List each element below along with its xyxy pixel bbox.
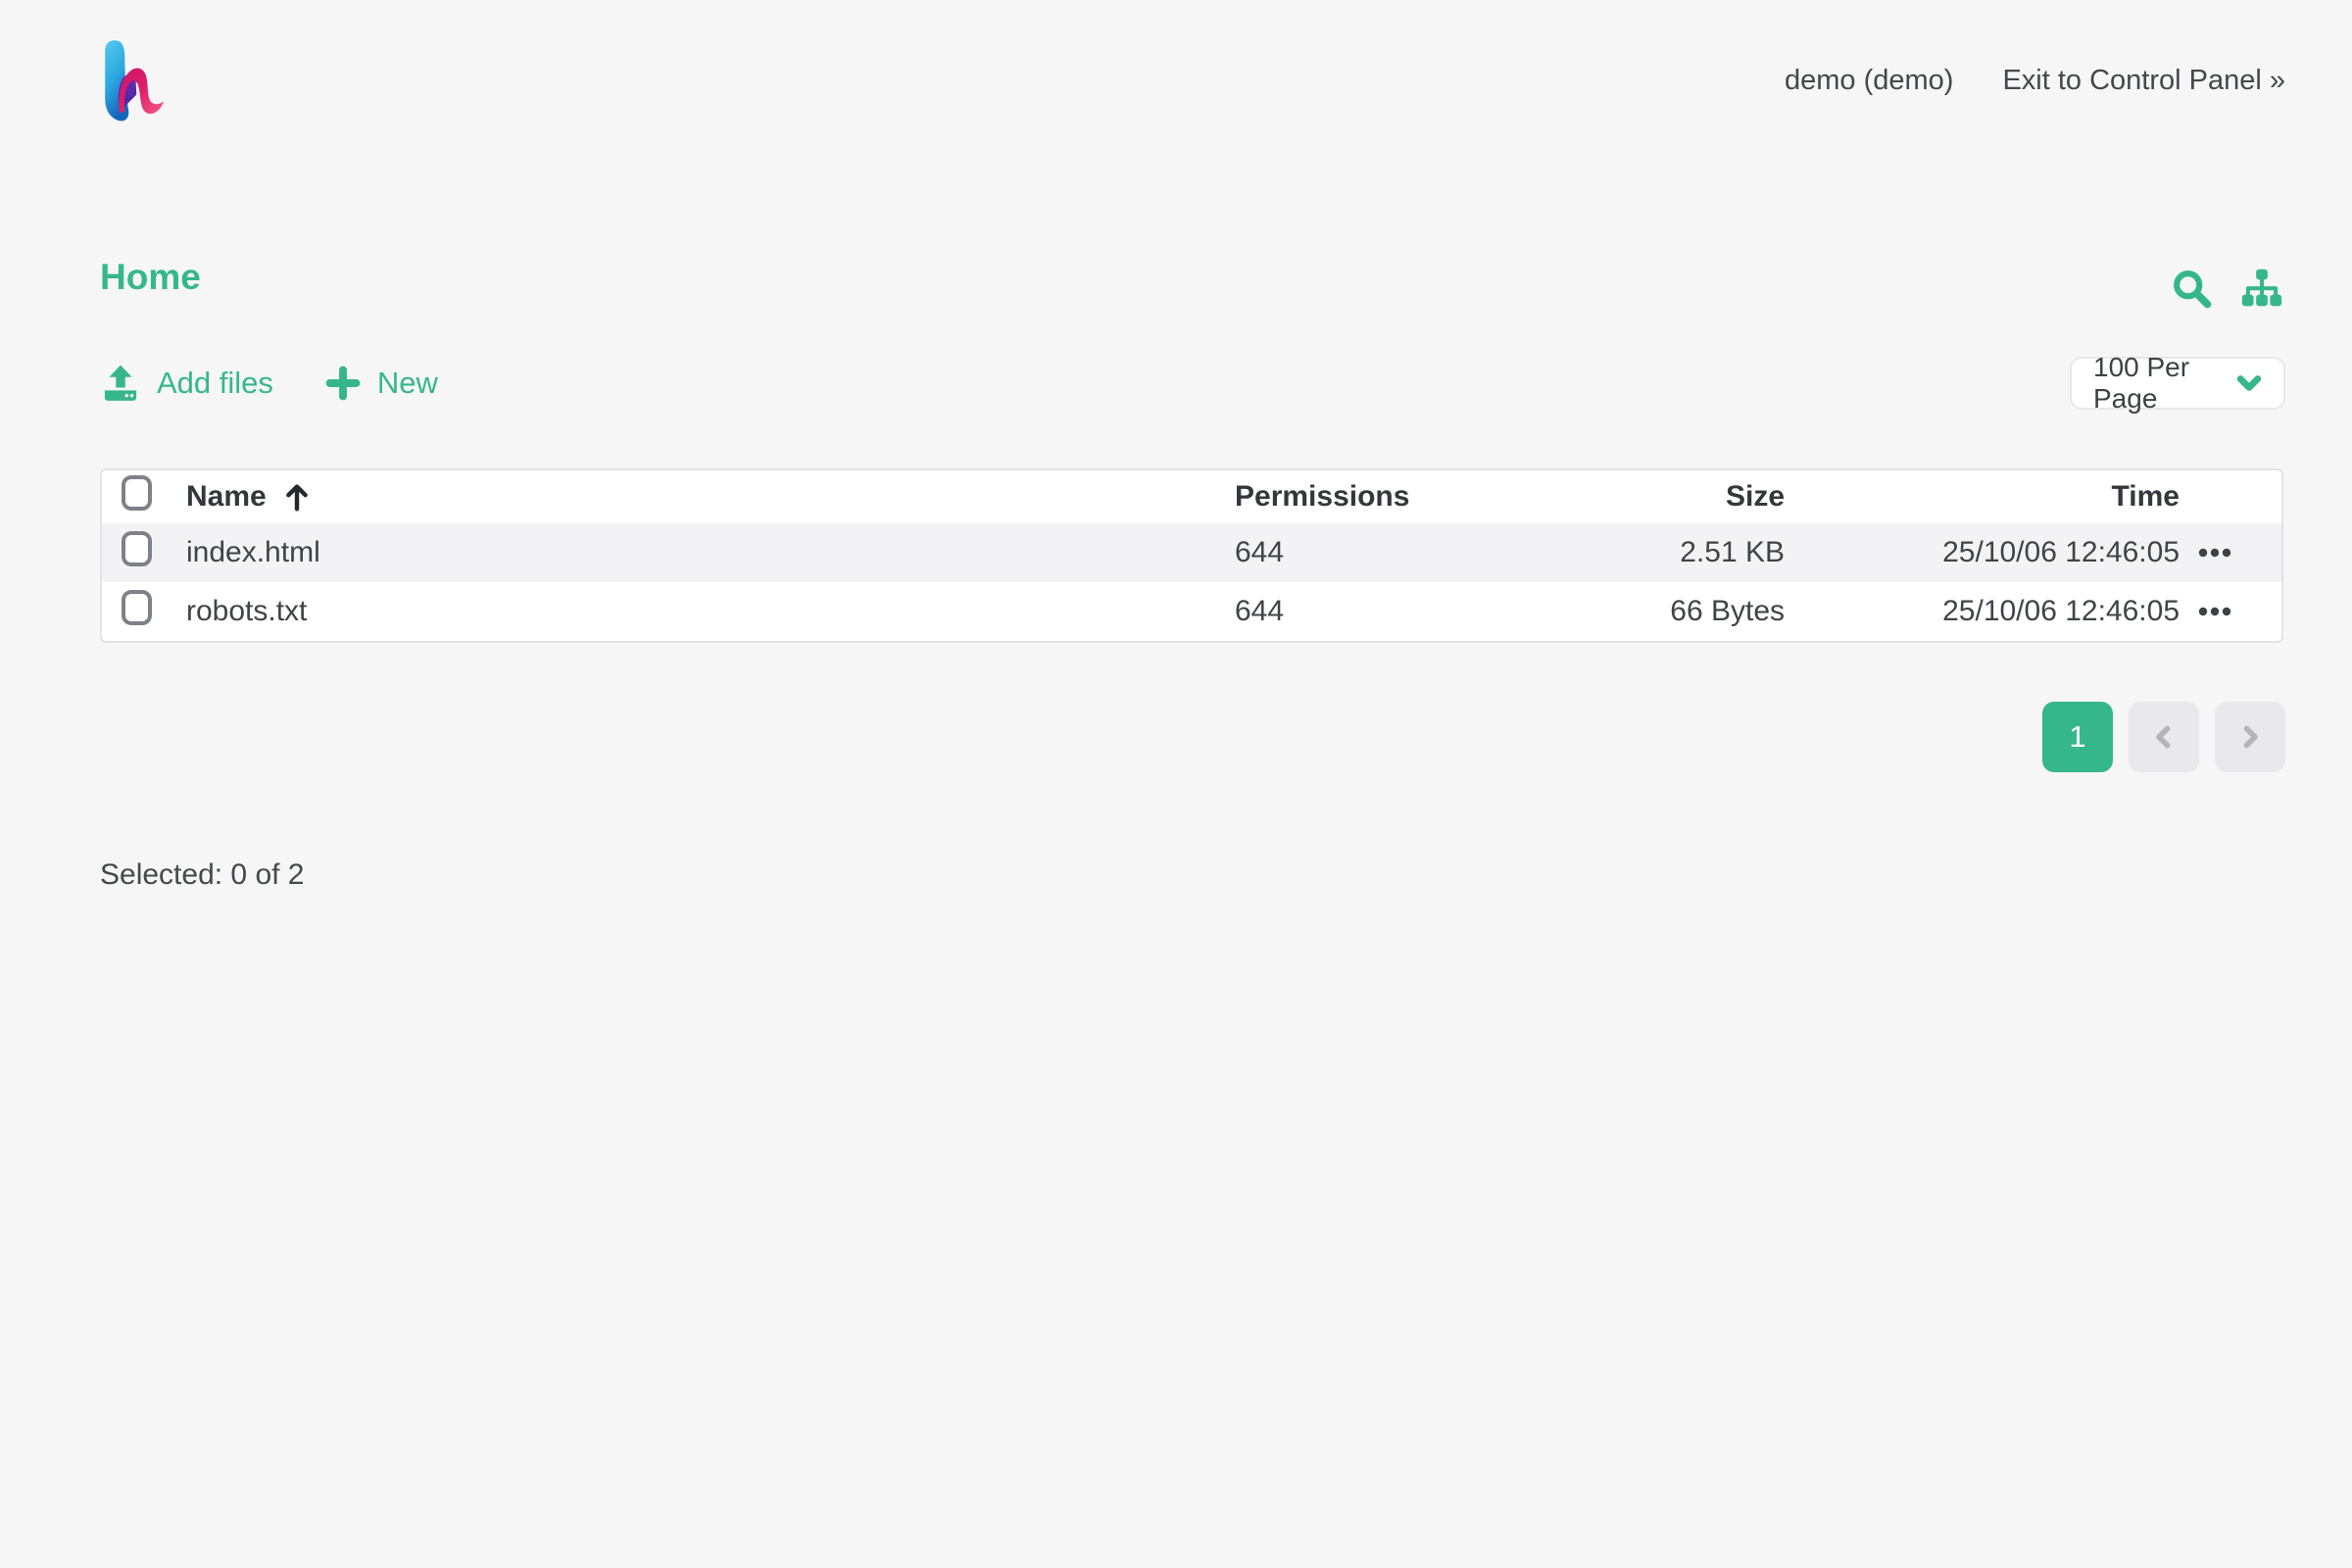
per-page-select[interactable]: 100 Per Page xyxy=(2070,357,2285,410)
chevron-left-icon xyxy=(2147,720,2180,754)
table-row[interactable]: robots.txt 644 66 Bytes 25/10/06 12:46:0… xyxy=(102,582,2281,641)
file-time: 25/10/06 12:46:05 xyxy=(1785,536,2180,569)
file-time: 25/10/06 12:46:05 xyxy=(1785,595,2180,628)
toolbar: Add files New xyxy=(100,363,438,404)
three-dots-icon xyxy=(2197,547,2232,559)
page-button-current[interactable]: 1 xyxy=(2042,702,2113,772)
upload-icon xyxy=(100,363,141,404)
column-header-time[interactable]: Time xyxy=(1785,480,2180,514)
row-checkbox[interactable] xyxy=(122,590,152,625)
title-actions xyxy=(2170,267,2285,310)
table-row[interactable]: index.html 644 2.51 KB 25/10/06 12:46:05 xyxy=(102,523,2281,582)
per-page-value: 100 Per Page xyxy=(2093,352,2234,415)
table-header-row: Name Permissions Size Time xyxy=(102,470,2281,523)
row-menu-button[interactable] xyxy=(2197,600,2232,623)
column-header-size[interactable]: Size xyxy=(1521,480,1785,514)
file-name[interactable]: index.html xyxy=(186,536,320,569)
new-label: New xyxy=(377,366,438,401)
file-name[interactable]: robots.txt xyxy=(186,595,307,628)
sort-up-icon xyxy=(282,481,312,513)
previous-page-button[interactable] xyxy=(2129,702,2199,772)
file-permissions: 644 xyxy=(1235,536,1521,569)
new-button[interactable]: New xyxy=(324,365,438,402)
pagination: 1 xyxy=(2042,702,2285,772)
search-icon[interactable] xyxy=(2170,267,2213,310)
selected-status: Selected: 0 of 2 xyxy=(100,858,304,892)
page-title: Home xyxy=(100,257,201,298)
file-table: Name Permissions Size Time index.html 64… xyxy=(100,468,2283,643)
file-size: 2.51 KB xyxy=(1521,536,1785,569)
account-user-link[interactable]: demo (demo) xyxy=(1785,65,1953,97)
next-page-button[interactable] xyxy=(2215,702,2285,772)
chevron-right-icon xyxy=(2233,720,2267,754)
row-checkbox[interactable] xyxy=(122,531,152,566)
three-dots-icon xyxy=(2197,606,2232,617)
file-size: 66 Bytes xyxy=(1521,595,1785,628)
hestia-logo[interactable] xyxy=(98,39,172,125)
add-files-label: Add files xyxy=(157,366,273,401)
sitemap-icon[interactable] xyxy=(2238,267,2285,310)
plus-icon xyxy=(324,365,362,402)
add-files-button[interactable]: Add files xyxy=(100,363,273,404)
hestia-logo-icon xyxy=(98,39,172,125)
chevron-down-icon xyxy=(2234,368,2264,398)
top-bar: demo (demo) Exit to Control Panel » xyxy=(1785,65,2285,97)
row-menu-button[interactable] xyxy=(2197,541,2232,564)
select-all-checkbox[interactable] xyxy=(122,475,152,511)
exit-control-panel-link[interactable]: Exit to Control Panel » xyxy=(2002,65,2285,97)
column-header-permissions[interactable]: Permissions xyxy=(1235,480,1521,514)
file-permissions: 644 xyxy=(1235,595,1521,628)
column-header-name[interactable]: Name xyxy=(186,480,267,514)
